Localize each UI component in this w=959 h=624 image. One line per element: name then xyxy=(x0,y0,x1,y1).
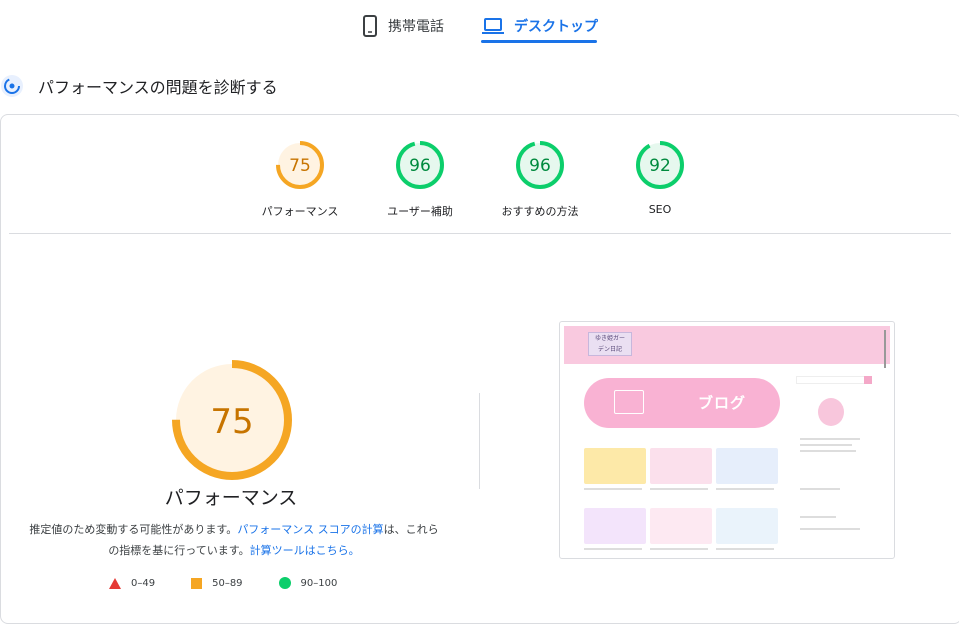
tab-desktop-label: デスクトップ xyxy=(514,19,598,35)
thumb-sidebar-line xyxy=(800,450,856,452)
seo-label: SEO xyxy=(648,203,672,216)
best-practices-label: おすすめの方法 xyxy=(501,205,579,218)
performance-gauge: 75 xyxy=(276,141,324,189)
vertical-divider xyxy=(479,393,480,489)
thumb-sidebar-line xyxy=(800,438,860,440)
thumb-caption-line xyxy=(650,548,708,550)
square-icon xyxy=(191,577,203,589)
diagnose-section-header: パフォーマンスの問題を診断する xyxy=(0,70,278,102)
score-description: 推定値のため変動する可能性があります。パフォーマンス スコアの計算は、これらの指… xyxy=(29,519,439,561)
legend-fail-range: 0–49 xyxy=(131,577,156,589)
device-tabs: 携帯電話 デスクトップ xyxy=(0,0,959,48)
seo-score-value: 92 xyxy=(649,156,671,176)
category-scores: 75 パフォーマンス 96 ユーザー補助 96 おすすめの方法 92 SEO xyxy=(1,139,959,225)
thumb-caption-line xyxy=(716,548,774,550)
active-tab-indicator xyxy=(481,40,597,43)
legend-fail: 0–49 xyxy=(109,577,156,589)
score-seo[interactable]: 92 SEO xyxy=(600,139,720,216)
thumb-caption-line xyxy=(650,488,708,490)
triangle-icon xyxy=(109,577,121,589)
tab-desktop[interactable]: デスクトップ xyxy=(482,8,598,44)
thumb-search-box xyxy=(796,376,872,384)
thumb-post-1 xyxy=(584,448,646,484)
best-practices-gauge: 96 xyxy=(516,141,564,189)
final-screenshot-thumbnail[interactable]: ゆき姫ガー デン日記 ブログ xyxy=(559,321,895,559)
score-legend: 0–49 50–89 90–100 xyxy=(109,577,373,589)
tab-mobile-label: 携帯電話 xyxy=(388,19,444,35)
report-card: 75 パフォーマンス 96 ユーザー補助 96 おすすめの方法 92 SEO 7… xyxy=(0,114,959,624)
thumb-post-4 xyxy=(584,508,646,544)
score-accessibility[interactable]: 96 ユーザー補助 xyxy=(360,139,480,219)
thumb-sidebar-line xyxy=(800,444,852,446)
circle-icon xyxy=(278,577,291,589)
thumb-search-button xyxy=(864,376,872,384)
horizontal-divider xyxy=(9,233,951,234)
desc-text-1: 推定値のため変動する可能性があります。 xyxy=(29,523,238,536)
thumb-site-header: ゆき姫ガー デン日記 xyxy=(564,326,890,368)
thumb-sidebar-line xyxy=(800,516,836,518)
performance-label: パフォーマンス xyxy=(261,205,339,218)
best-practices-score-value: 96 xyxy=(529,156,551,176)
main-gauge-label: パフォーマンス xyxy=(164,487,298,509)
legend-pass-range: 90–100 xyxy=(300,577,338,589)
section-title: パフォーマンスの問題を診断する xyxy=(38,78,278,97)
thumb-sidebar xyxy=(796,376,872,556)
thumb-post-6 xyxy=(716,508,778,544)
thumb-post-2 xyxy=(650,448,712,484)
main-performance-gauge: 75 xyxy=(172,360,292,480)
performance-score-calc-link[interactable]: パフォーマンス スコアの計算 xyxy=(237,523,383,536)
score-best-practices[interactable]: 96 おすすめの方法 xyxy=(480,139,600,219)
performance-score-value: 75 xyxy=(289,156,311,176)
accessibility-label: ユーザー補助 xyxy=(387,205,453,218)
accessibility-gauge: 96 xyxy=(396,141,444,189)
legend-average: 50–89 xyxy=(191,577,243,589)
thumb-avatar xyxy=(818,398,844,426)
accessibility-score-value: 96 xyxy=(409,156,431,176)
lighthouse-gauge-icon xyxy=(1,75,23,97)
laptop-icon xyxy=(482,18,504,34)
thumb-scrollbar xyxy=(884,330,886,368)
thumb-site-logo: ゆき姫ガー デン日記 xyxy=(588,332,632,356)
thumb-caption-line xyxy=(716,488,774,490)
thumb-post-5 xyxy=(650,508,712,544)
legend-average-range: 50–89 xyxy=(212,577,243,589)
seo-gauge: 92 xyxy=(636,141,684,189)
thumb-document-icon xyxy=(614,390,644,414)
tab-mobile[interactable]: 携帯電話 xyxy=(362,8,444,44)
thumb-caption-line xyxy=(584,488,642,490)
main-score-value: 75 xyxy=(210,402,253,442)
thumb-blog-banner: ブログ xyxy=(584,378,780,428)
smartphone-icon xyxy=(363,15,377,37)
thumb-banner-text: ブログ xyxy=(698,394,747,412)
thumb-caption-line xyxy=(584,548,642,550)
legend-pass: 90–100 xyxy=(278,577,338,589)
thumb-sidebar-line xyxy=(800,488,840,490)
thumb-post-3 xyxy=(716,448,778,484)
calculator-link[interactable]: 計算ツールはこちら。 xyxy=(250,544,360,557)
thumb-sidebar-line xyxy=(800,528,860,530)
score-performance[interactable]: 75 パフォーマンス xyxy=(240,139,360,219)
